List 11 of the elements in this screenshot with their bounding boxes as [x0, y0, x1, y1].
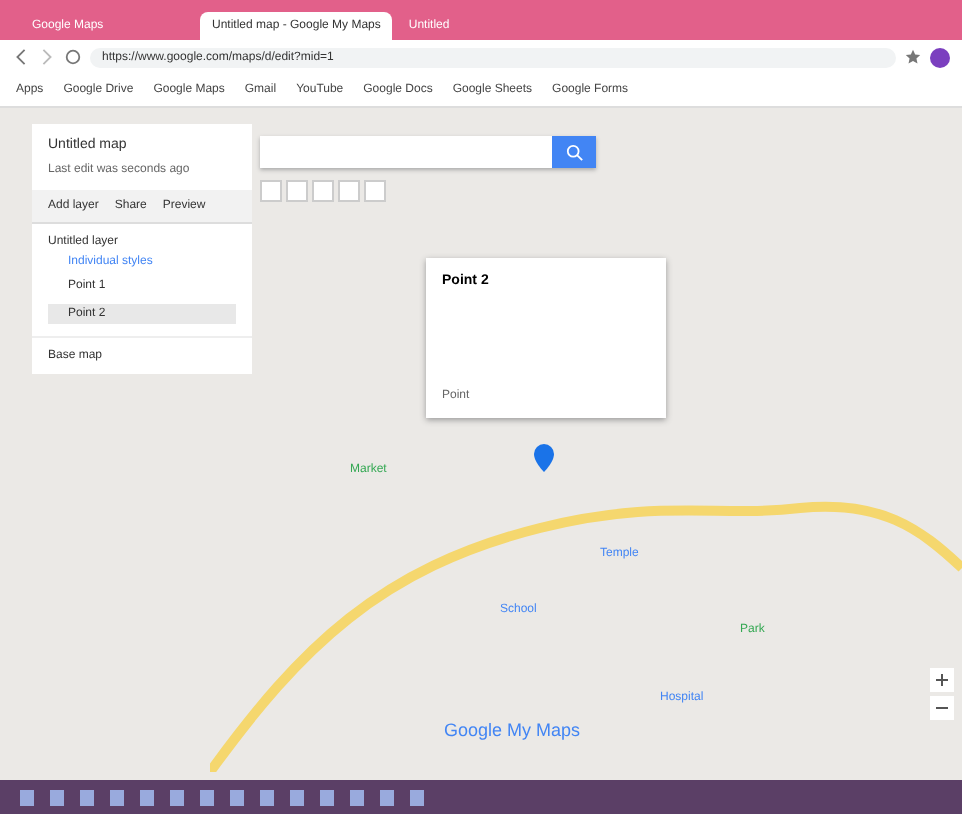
back-icon[interactable] — [12, 48, 30, 66]
search-field[interactable] — [260, 136, 596, 168]
reload-icon[interactable] — [64, 48, 82, 66]
google-my-maps-logo: Google My Maps — [444, 720, 581, 740]
search-icon — [565, 143, 583, 161]
zoom-out-icon[interactable] — [930, 696, 954, 720]
profile-avatar[interactable] — [930, 47, 950, 67]
zoom-in-icon[interactable] — [930, 668, 954, 692]
search-button[interactable] — [552, 136, 596, 168]
map-pin-icon[interactable] — [534, 444, 554, 472]
star-icon[interactable] — [904, 48, 922, 66]
